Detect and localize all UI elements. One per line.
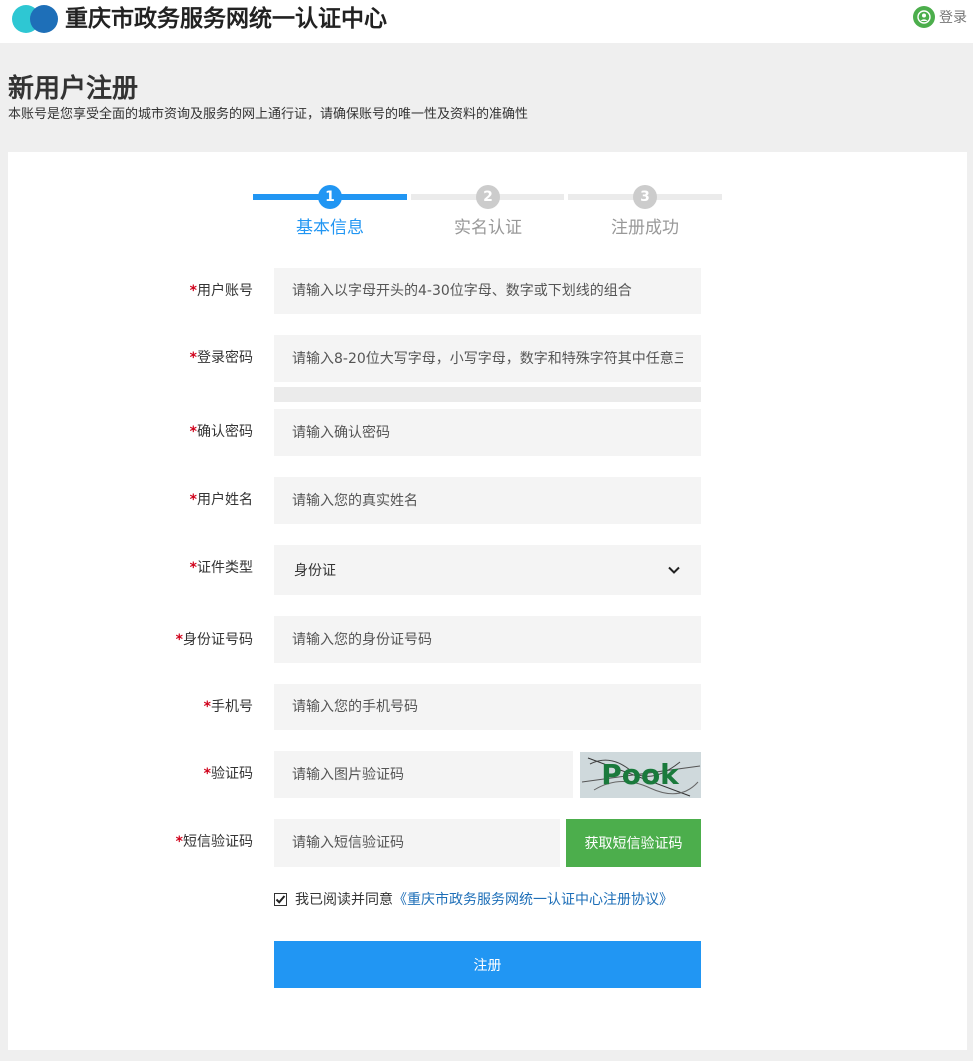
login-link[interactable]: 登录 [913,6,967,28]
step-label-success: 注册成功 [611,218,679,238]
top-bar: 重庆市政务服务网统一认证中心 登录 [0,0,973,43]
id-type-label: *证件类型 [189,560,253,576]
step-label-real-name: 实名认证 [454,218,522,238]
sms-code-label: *短信验证码 [175,834,253,850]
user-icon [913,6,935,28]
agreement-text: 我已阅读并同意 [295,892,393,908]
id-type-value: 身份证 [294,563,336,579]
required-mark: * [175,834,183,850]
site-logo[interactable] [12,5,60,33]
captcha-input[interactable] [274,751,573,798]
step-circle-1: 1 [318,185,342,209]
id-number-label: *身份证号码 [175,632,253,648]
required-mark: * [203,766,211,782]
required-mark: * [189,492,197,508]
username-input[interactable] [274,268,701,314]
required-mark: * [189,560,197,576]
captcha-label: *验证码 [203,766,253,782]
required-mark: * [189,424,197,440]
username-label: *用户账号 [189,283,253,299]
required-mark: * [203,699,211,715]
required-mark: * [189,283,197,299]
captcha-text: Pook [601,758,680,791]
step-label-basic-info: 基本信息 [296,218,364,238]
password-label: *登录密码 [189,350,253,366]
step-circle-3: 3 [633,185,657,209]
confirm-password-label: *确认密码 [189,424,253,440]
id-number-input[interactable] [274,616,701,663]
sms-code-input[interactable] [274,819,560,867]
agreement-link[interactable]: 《重庆市政务服务网统一认证中心注册协议》 [393,889,673,909]
required-mark: * [175,632,183,648]
confirm-password-input[interactable] [274,409,701,456]
real-name-label: *用户姓名 [189,492,253,508]
login-label: 登录 [939,10,967,26]
chevron-down-icon [668,566,680,574]
page-subtitle: 本账号是您享受全面的城市资询及服务的网上通行证，请确保账号的唯一性及资料的准确性 [8,107,529,122]
register-button[interactable]: 注册 [274,941,701,988]
captcha-image[interactable]: Pook [580,752,701,798]
site-title: 重庆市政务服务网统一认证中心 [65,6,387,32]
required-mark: * [189,350,197,366]
check-icon [275,894,286,904]
page-title: 新用户注册 [8,74,139,104]
agreement-row: 我已阅读并同意 《重庆市政务服务网统一认证中心注册协议》 [274,889,673,909]
password-input[interactable] [274,335,701,382]
real-name-input[interactable] [274,477,701,524]
phone-input[interactable] [274,684,701,730]
id-type-select[interactable]: 身份证 [274,545,701,595]
phone-label: *手机号 [203,699,253,715]
password-strength-bar [274,387,701,402]
get-sms-code-button[interactable]: 获取短信验证码 [566,819,701,867]
logo-circle-blue [30,5,58,33]
step-circle-2: 2 [476,185,500,209]
agreement-checkbox[interactable] [274,892,287,906]
